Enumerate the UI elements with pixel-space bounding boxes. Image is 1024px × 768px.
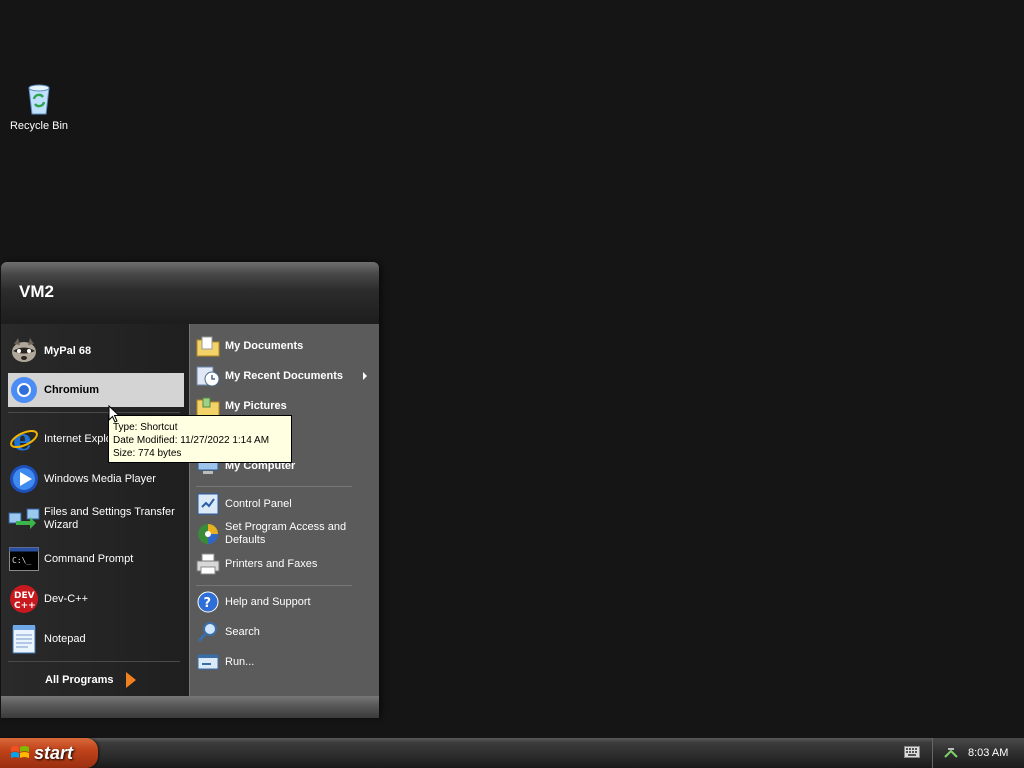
- start-item-label: Chromium: [44, 383, 99, 396]
- start-item-label: Files and Settings Transfer Wizard: [44, 506, 175, 531]
- start-item-transfer-wizard[interactable]: Files and Settings Transfer Wizard: [8, 502, 184, 536]
- printer-icon: [196, 552, 220, 576]
- start-item-label: MyPal 68: [44, 344, 92, 357]
- start-item-label: Command Prompt: [44, 552, 134, 565]
- transfer-wizard-icon: [8, 503, 40, 535]
- help-icon: ?: [196, 590, 220, 614]
- svg-text:DEV: DEV: [14, 591, 35, 601]
- right-item-search[interactable]: Search: [196, 619, 372, 645]
- right-item-label: Search: [225, 625, 260, 638]
- tooltip-modified: Date Modified: 11/27/2022 1:14 AM: [113, 435, 270, 446]
- menu-separator: [196, 486, 352, 487]
- all-programs-label: All Programs: [45, 673, 114, 686]
- media-player-icon: [8, 463, 40, 495]
- svg-text:C++: C++: [14, 601, 36, 611]
- start-item-chromium[interactable]: Chromium: [8, 373, 184, 407]
- right-item-label: My Pictures: [225, 399, 287, 412]
- all-programs-button[interactable]: All Programs: [45, 668, 155, 692]
- recycle-bin-icon: [28, 84, 50, 115]
- clock[interactable]: 8:03 AM: [968, 747, 1008, 759]
- start-item-command-prompt[interactable]: C:\_ Command Prompt: [8, 542, 184, 576]
- windows-logo-icon: [11, 746, 29, 758]
- right-item-label: My Recent Documents: [225, 369, 343, 382]
- start-label: start: [34, 742, 74, 763]
- start-item-label: Notepad: [44, 632, 86, 645]
- svg-text:e: e: [13, 424, 32, 454]
- internet-explorer-icon: e: [8, 423, 40, 455]
- start-menu-footer: [1, 696, 379, 718]
- start-item-devcpp[interactable]: DEV C++ Dev-C++: [8, 582, 184, 616]
- svg-text:?: ?: [204, 596, 212, 611]
- svg-text:C:\_: C:\_: [12, 556, 31, 565]
- user-name: VM2: [19, 282, 54, 301]
- start-item-mypal[interactable]: MyPal 68: [8, 334, 184, 368]
- start-item-label: Dev-C++: [44, 592, 89, 605]
- right-item-label: My Documents: [225, 339, 304, 352]
- right-item-program-defaults[interactable]: Set Program Access and Defaults: [196, 520, 372, 548]
- start-menu-header: VM2: [1, 262, 379, 324]
- command-prompt-icon: C:\_: [8, 543, 40, 575]
- right-item-help[interactable]: ? Help and Support: [196, 589, 372, 615]
- menu-separator: [8, 661, 180, 662]
- chromium-icon: [8, 374, 40, 406]
- taskbar: [0, 738, 1024, 768]
- right-item-label: Set Program Access and Defaults: [225, 521, 347, 546]
- raccoon-icon: [8, 335, 40, 367]
- right-item-my-documents[interactable]: My Documents: [196, 333, 372, 359]
- keyboard-icon[interactable]: [904, 746, 920, 758]
- right-item-label: Printers and Faxes: [225, 557, 318, 570]
- arrow-right-icon: [126, 672, 137, 688]
- start-item-media-player[interactable]: Windows Media Player: [8, 462, 184, 496]
- desktop-icon-recycle-bin[interactable]: Recycle Bin: [8, 82, 70, 132]
- search-icon: [196, 620, 220, 644]
- start-item-notepad[interactable]: Notepad: [8, 622, 184, 656]
- right-item-recent-documents[interactable]: My Recent Documents: [196, 363, 372, 389]
- right-item-label: Control Panel: [225, 497, 292, 510]
- recent-documents-icon: [196, 364, 220, 388]
- right-item-control-panel[interactable]: Control Panel: [196, 491, 372, 517]
- folder-documents-icon: [196, 334, 220, 358]
- control-panel-icon: [196, 492, 220, 516]
- network-icon[interactable]: [943, 745, 959, 761]
- program-defaults-icon: [196, 522, 220, 546]
- menu-separator: [8, 412, 180, 413]
- run-icon: [196, 650, 220, 674]
- system-tray: 8:03 AM: [932, 738, 1024, 768]
- right-item-label: Run...: [225, 655, 255, 668]
- start-item-label: Windows Media Player: [44, 472, 156, 485]
- devcpp-icon: DEV C++: [8, 583, 40, 615]
- tooltip-size: Size: 774 bytes: [113, 448, 182, 459]
- submenu-arrow-icon: [363, 372, 367, 380]
- right-item-printers[interactable]: Printers and Faxes: [196, 551, 372, 577]
- tooltip: Type: Shortcut Date Modified: 11/27/2022…: [108, 415, 292, 463]
- start-button[interactable]: start: [0, 738, 98, 768]
- tooltip-type: Type: Shortcut: [113, 422, 178, 433]
- desktop-icon-label: Recycle Bin: [9, 120, 69, 132]
- right-item-label: Help and Support: [225, 595, 311, 608]
- menu-separator: [196, 585, 352, 586]
- notepad-icon: [8, 623, 40, 655]
- mouse-cursor-icon: [108, 405, 120, 423]
- right-item-run[interactable]: Run...: [196, 649, 372, 675]
